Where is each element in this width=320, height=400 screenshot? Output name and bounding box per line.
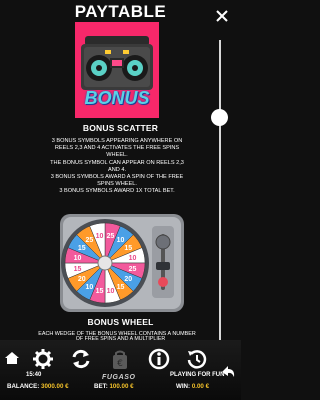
bet-icon[interactable]: € [111, 350, 129, 370]
svg-text:€: € [117, 359, 123, 369]
play-mode: PLAYING FOR FUN [170, 372, 225, 378]
wheel-segment-label: 15 [78, 245, 86, 252]
win-display: WIN: 0.00 € [176, 383, 210, 390]
balance-display: BALANCE: 3000.00 € [7, 383, 69, 390]
brand-logo: FUGASO [102, 374, 136, 381]
wheel-segment-label: 15 [74, 266, 82, 273]
wheel-segment-label: 10 [86, 284, 94, 291]
wheel-segment-label: 15 [117, 284, 125, 291]
wheel-segment-label: 10 [96, 233, 104, 240]
wheel-segment-label: 25 [86, 237, 94, 244]
bonus-symbol-image: BONUS [75, 22, 159, 118]
scrollbar-track[interactable] [219, 40, 221, 350]
wheel-segment-label: 10 [129, 255, 137, 262]
history-icon[interactable] [186, 348, 208, 370]
home-icon[interactable] [4, 350, 20, 366]
toolbar-info-text: OF FREE SPINS AND A MULTIPLIER [75, 336, 166, 342]
page-title: PAYTABLE [74, 2, 167, 21]
gear-icon[interactable] [32, 348, 54, 370]
wheel-segment-label: 25 [107, 233, 115, 240]
info-icon[interactable] [148, 348, 170, 370]
bonus-wheel-image: 25 10 15 10 25 20 15 10 15 10 20 15 10 15 25 10 [60, 212, 184, 314]
wheel-segment-label: 10 [117, 237, 125, 244]
bonus-label: BONUS [84, 88, 150, 108]
bonus-scatter-title: BONUS SCATTER [82, 123, 159, 133]
autoplay-icon[interactable] [70, 348, 92, 370]
wheel-segment-label: 20 [124, 276, 132, 283]
wheel-segment-label: 10 [74, 255, 82, 262]
bet-display: BET: 100.00 € [94, 383, 134, 390]
bonus-wheel-title: BONUS WHEEL [87, 317, 154, 327]
bonus-scatter-description: 3 BONUS SYMBOLS APPEARING ANYWHERE ON RE… [50, 138, 184, 195]
wheel-segment-label: 20 [78, 276, 86, 283]
wheel-segment-label: 15 [124, 245, 132, 252]
close-icon[interactable] [216, 10, 228, 22]
wheel-segment-label: 25 [129, 266, 137, 273]
wheel-segment-label: 10 [107, 288, 115, 295]
wheel-segment-label: 15 [96, 288, 104, 295]
clock: 15:40 [26, 372, 42, 378]
